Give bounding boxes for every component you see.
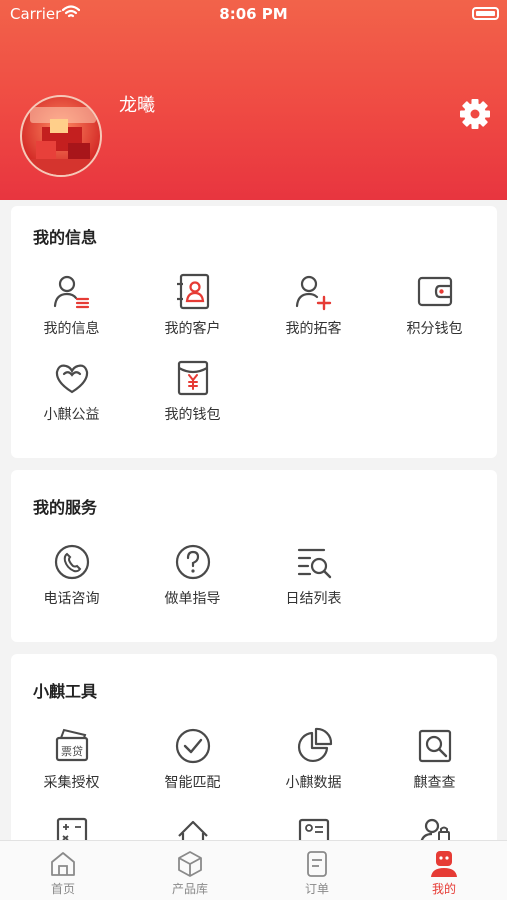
profile-icon: [431, 851, 457, 877]
svg-text:票贷: 票贷: [61, 744, 83, 758]
my-prospects-item[interactable]: 我的拓客: [253, 272, 374, 338]
tab-mine[interactable]: 我的: [381, 841, 507, 900]
tab-label: 我的: [431, 882, 456, 896]
search-doc-icon: [418, 729, 451, 763]
question-icon: [175, 544, 210, 580]
qichacha-item[interactable]: 麒查查: [374, 726, 495, 792]
item-label: 我的拓客: [285, 321, 342, 337]
user-lock-icon[interactable]: [415, 816, 455, 842]
ticket-loan-icon: 票贷: [55, 728, 88, 762]
item-label: 电话咨询: [43, 591, 100, 607]
tab-label: 首页: [50, 882, 75, 896]
my-customers-item[interactable]: 我的客户: [132, 272, 253, 338]
item-label: 积分钱包: [406, 321, 463, 337]
heart-charity-icon: [55, 364, 88, 394]
user-list-icon: [53, 275, 89, 309]
status-bar: Carrier 8:06 PM: [0, 0, 507, 30]
phone-icon: [54, 544, 89, 580]
order-icon: [307, 851, 327, 877]
check-circle-icon: [175, 728, 210, 764]
tab-bar: 首页 产品库 订单 我的: [0, 840, 507, 900]
avatar-image: [22, 107, 100, 175]
my-wallet-item[interactable]: 我的钱包: [132, 358, 253, 424]
contact-book-icon: [176, 273, 209, 310]
house-icon[interactable]: [173, 816, 213, 842]
points-wallet-item[interactable]: 积分钱包: [374, 272, 495, 338]
id-card-icon[interactable]: [294, 816, 334, 842]
phone-consult-item[interactable]: 电话咨询: [11, 542, 132, 608]
tab-label: 产品库: [171, 882, 208, 896]
tab-products[interactable]: 产品库: [127, 841, 253, 900]
section-title: 我的信息: [33, 228, 98, 247]
daily-list-item[interactable]: 日结列表: [253, 542, 374, 608]
tools-card: 小麒工具 票贷 采集授权 智能匹配 小麒数据 麒查查: [11, 654, 497, 854]
item-label: 智能匹配: [164, 775, 221, 791]
calculator-icon[interactable]: [52, 816, 92, 842]
battery-icon: [472, 7, 499, 20]
status-time: 8:06 PM: [219, 5, 288, 23]
my-info-card: 我的信息 我的信息 我的客户 我的拓客 积分钱包 小麒公益 我的钱包: [11, 206, 497, 458]
charity-item[interactable]: 小麒公益: [11, 358, 132, 424]
data-item[interactable]: 小麒数据: [253, 726, 374, 792]
item-label: 小麒数据: [285, 775, 342, 791]
avatar[interactable]: [20, 95, 102, 177]
tab-home[interactable]: 首页: [0, 841, 126, 900]
profile-name: 龙曦: [119, 95, 155, 116]
yuan-envelope-icon: [177, 360, 208, 396]
home-icon: [51, 852, 75, 876]
item-label: 做单指导: [164, 591, 221, 607]
settings-gear-icon[interactable]: [458, 97, 492, 131]
tab-label: 订单: [304, 882, 329, 896]
my-services-card: 我的服务 电话咨询 做单指导 日结列表: [11, 470, 497, 642]
wallet-icon: [417, 276, 452, 307]
item-label: 我的客户: [164, 321, 221, 337]
item-label: 麒查查: [413, 775, 456, 791]
list-search-icon: [297, 548, 331, 579]
smart-match-item[interactable]: 智能匹配: [132, 726, 253, 792]
my-info-item[interactable]: 我的信息: [11, 272, 132, 338]
section-title: 我的服务: [33, 498, 98, 517]
collect-auth-item[interactable]: 票贷 采集授权: [11, 726, 132, 792]
tab-orders[interactable]: 订单: [254, 841, 380, 900]
pie-chart-icon: [297, 727, 332, 763]
section-title: 小麒工具: [33, 682, 98, 701]
order-guide-item[interactable]: 做单指导: [132, 542, 253, 608]
add-user-icon: [295, 275, 331, 311]
item-label: 我的钱包: [164, 407, 221, 423]
item-label: 我的信息: [43, 321, 100, 337]
item-label: 日结列表: [285, 591, 342, 607]
item-label: 采集授权: [43, 775, 100, 791]
box-icon: [178, 851, 202, 877]
item-label: 小麒公益: [43, 407, 100, 423]
profile-header: Carrier 8:06 PM 龙曦: [0, 0, 507, 200]
